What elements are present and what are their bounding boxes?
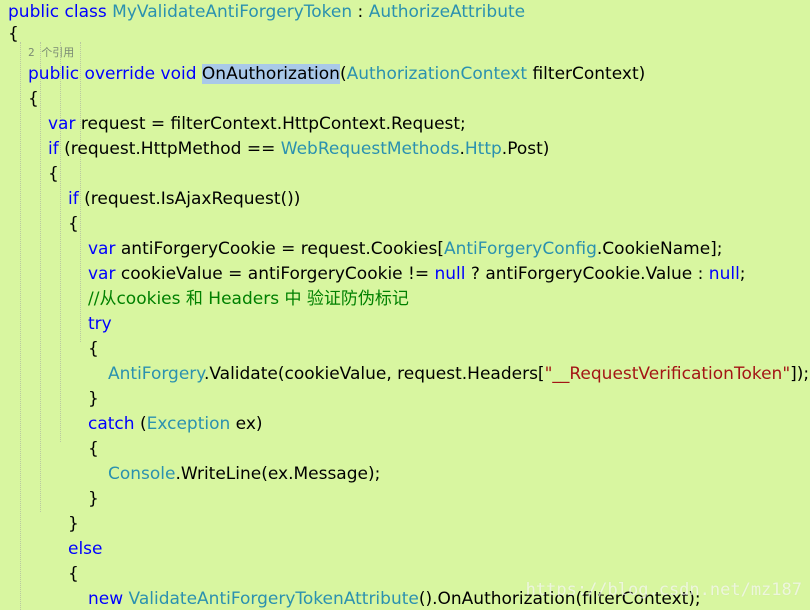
code-line: { <box>68 562 79 587</box>
code-line: if (request.HttpMethod == WebRequestMeth… <box>48 137 549 162</box>
code-token: try <box>88 314 112 334</box>
code-token: AuthorizeAttribute <box>368 2 526 22</box>
code-token: { <box>28 89 39 109</box>
code-token: { <box>88 339 99 359</box>
code-token: ; <box>739 264 746 284</box>
code-token: Console <box>108 464 176 484</box>
code-token: .Validate(cookieValue, request.Headers[ <box>203 364 545 384</box>
selected-token: OnAuthorization <box>201 64 340 84</box>
code-token: WebRequestMethods <box>280 139 460 159</box>
code-lens-references[interactable]: 2 个引用 <box>28 44 74 62</box>
indent-guide <box>40 42 41 512</box>
code-line: AntiForgery.Validate(cookieValue, reques… <box>108 362 809 387</box>
code-line: Console.WriteLine(ex.Message); <box>108 462 380 487</box>
code-token: cookieValue = antiForgeryCookie != <box>115 264 435 284</box>
code-token: { <box>88 439 99 459</box>
code-token: filterContext) <box>527 64 646 84</box>
code-line: { <box>88 437 99 462</box>
code-line: public override void OnAuthorization(Aut… <box>28 62 645 87</box>
code-line: var antiForgeryCookie = request.Cookies[… <box>88 237 723 262</box>
code-line: { <box>28 87 39 112</box>
code-token: .WriteLine(ex.Message); <box>175 464 381 484</box>
code-token: var <box>48 114 76 134</box>
code-token: (request.HttpMethod == <box>58 139 281 159</box>
code-token: null <box>708 264 740 284</box>
code-token: ]); <box>790 364 810 384</box>
code-line: } <box>68 512 79 537</box>
code-line: var cookieValue = antiForgeryCookie != n… <box>88 262 746 287</box>
code-token: ( <box>339 64 347 84</box>
code-line: var request = filterContext.HttpContext.… <box>48 112 466 137</box>
code-token: { <box>68 214 79 234</box>
code-token: request = filterContext.HttpContext.Requ… <box>75 114 466 134</box>
code-token: { <box>48 164 59 184</box>
code-token: (request.IsAjaxRequest()) <box>78 189 301 209</box>
code-token: AuthorizationContext <box>346 64 528 84</box>
code-line: } <box>88 487 99 512</box>
watermark-text: https://blog.csdn.net/mz187 <box>525 580 802 600</box>
code-token: } <box>88 389 99 409</box>
code-token: if <box>68 189 79 209</box>
code-token: } <box>88 489 99 509</box>
code-token: ex) <box>230 414 263 434</box>
code-token: Exception <box>146 414 231 434</box>
code-token: antiForgeryCookie = request.Cookies[ <box>115 239 444 259</box>
code-token: public override void <box>28 64 202 84</box>
code-token: AntiForgeryConfig <box>443 239 597 259</box>
code-token: { <box>68 564 79 584</box>
code-token: ValidateAntiForgeryTokenAttribute <box>128 589 419 609</box>
code-line: public class MyValidateAntiForgeryToken … <box>8 0 525 25</box>
code-token: public class <box>8 2 113 22</box>
code-token: //从cookies 和 Headers 中 验证防伪标记 <box>88 289 409 309</box>
code-token: if <box>48 139 59 159</box>
code-line: if (request.IsAjaxRequest()) <box>68 187 300 212</box>
code-token: AntiForgery <box>108 364 204 384</box>
code-token: else <box>68 539 103 559</box>
indent-guide <box>20 42 21 610</box>
code-token: catch <box>88 414 135 434</box>
code-line: catch (Exception ex) <box>88 412 263 437</box>
code-editor[interactable]: 2 个引用 public class MyValidateAntiForgery… <box>0 0 810 610</box>
code-token: Http <box>464 139 502 159</box>
code-token: var <box>88 264 116 284</box>
code-token: : <box>352 2 369 22</box>
code-line: else <box>68 537 103 562</box>
code-token: .CookieName]; <box>596 239 723 259</box>
indent-guide <box>60 42 61 442</box>
code-line: } <box>88 387 99 412</box>
code-token: .Post) <box>501 139 550 159</box>
code-token: ? antiForgeryCookie.Value : <box>465 264 709 284</box>
code-line: { <box>48 162 59 187</box>
code-token: var <box>88 239 116 259</box>
code-line: try <box>88 312 112 337</box>
code-token: new <box>88 589 129 609</box>
code-token: "__RequestVerificationToken" <box>544 364 791 384</box>
code-line: { <box>68 212 79 237</box>
code-line: { <box>88 337 99 362</box>
code-token: { <box>8 24 19 44</box>
code-line: { <box>8 22 19 47</box>
code-token: MyValidateAntiForgeryToken <box>112 2 353 22</box>
code-token: } <box>68 514 79 534</box>
code-token: ( <box>134 414 147 434</box>
code-line: //从cookies 和 Headers 中 验证防伪标记 <box>88 287 409 312</box>
code-token: null <box>434 264 466 284</box>
